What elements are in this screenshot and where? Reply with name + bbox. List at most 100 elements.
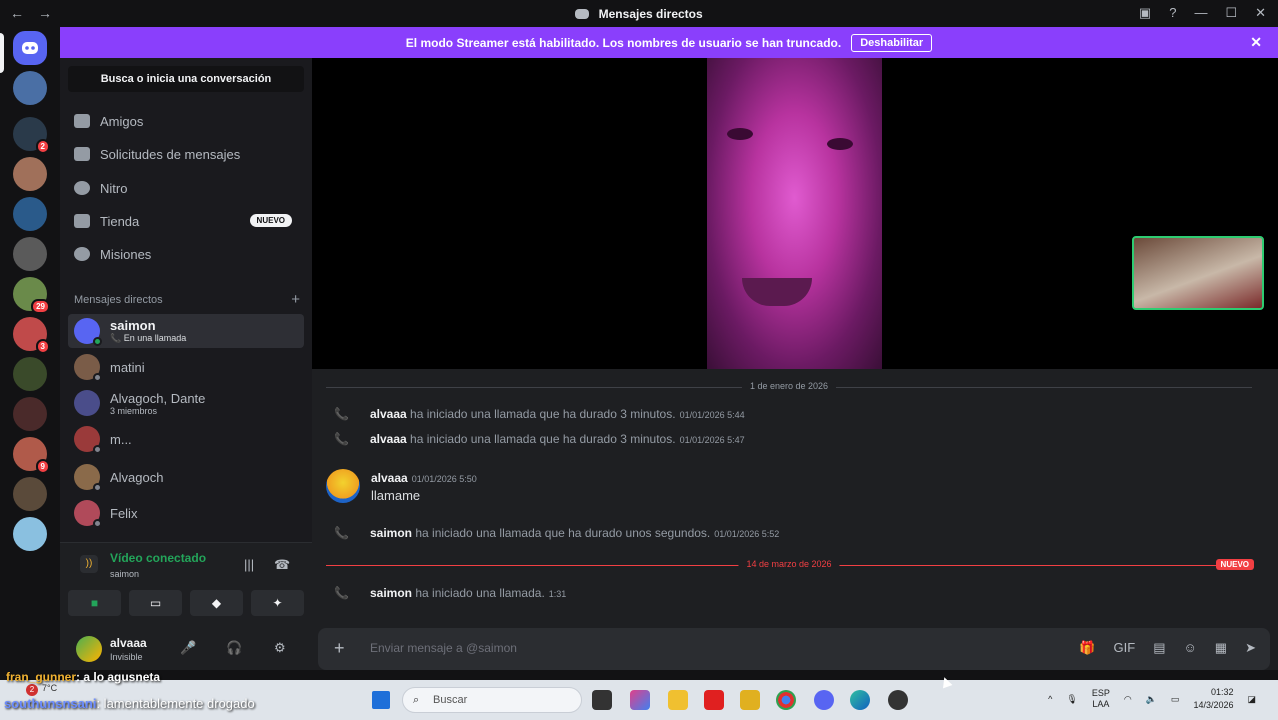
discord-taskbar-icon[interactable]: [814, 690, 834, 710]
gift-icon[interactable]: 🎁: [1079, 640, 1095, 656]
minimize-button[interactable]: —: [1194, 5, 1207, 21]
server-icon[interactable]: 2: [13, 117, 50, 154]
emoji-icon[interactable]: ☺: [1184, 640, 1197, 656]
close-window-button[interactable]: ✕: [1255, 5, 1266, 21]
message-input[interactable]: Enviar mensaje a @saimon: [370, 641, 517, 655]
copilot-icon[interactable]: [630, 690, 650, 710]
battery-icon[interactable]: ▭: [1171, 694, 1180, 705]
microphone-icon[interactable]: 🎤: [180, 640, 196, 656]
user-status: Invisible: [110, 652, 143, 662]
app-icon[interactable]: [888, 690, 908, 710]
user-panel: alvaaa Invisible 🎤 🎧 ⚙: [60, 628, 312, 670]
event-user[interactable]: alvaaa: [370, 432, 407, 446]
create-dm-button[interactable]: +: [291, 291, 300, 308]
apps-icon[interactable]: ▦: [1215, 640, 1227, 656]
server-icon[interactable]: [13, 357, 47, 391]
store-app-icon[interactable]: [704, 690, 724, 710]
avatar[interactable]: [326, 469, 360, 503]
server-icon[interactable]: 9: [13, 437, 50, 474]
chevron-up-icon[interactable]: ^: [1048, 694, 1052, 704]
dm-item-felix[interactable]: Felix: [68, 496, 304, 530]
dm-subtitle: 📞 En una llamada: [110, 333, 187, 343]
inbox-icon[interactable]: ▣: [1139, 5, 1151, 21]
notification-icon[interactable]: ◪: [1247, 694, 1256, 705]
microphone-tray-icon[interactable]: 🎙: [1066, 694, 1077, 705]
disable-streamer-button[interactable]: Deshabilitar: [851, 33, 933, 52]
conversation-search-button[interactable]: Busca o inicia una conversación: [68, 66, 304, 92]
avatar[interactable]: [76, 636, 102, 662]
noise-suppression-icon[interactable]: |||: [244, 557, 254, 572]
file-explorer-icon[interactable]: [668, 690, 688, 710]
discord-home-icon: [22, 42, 38, 54]
dm-item-m[interactable]: m...: [68, 422, 304, 456]
soundboard-button[interactable]: ✦: [251, 590, 304, 616]
call-event: 📞 saimon ha iniciado una llamada. 1:31: [334, 586, 566, 600]
start-button[interactable]: [372, 691, 390, 709]
date-divider-label: 14 de marzo de 2026: [738, 559, 840, 569]
send-icon[interactable]: ➤: [1245, 640, 1256, 656]
menu-item-nitro[interactable]: Nitro: [68, 173, 304, 203]
voice-status[interactable]: Vídeo conectado: [110, 551, 206, 565]
server-icon[interactable]: [13, 477, 47, 511]
server-icon[interactable]: 29: [13, 277, 50, 314]
weather-temp[interactable]: 7°C: [42, 683, 57, 693]
banner-close-icon[interactable]: ✕: [1250, 34, 1262, 51]
username[interactable]: alvaaa: [110, 636, 147, 650]
dm-item-saimon[interactable]: saimon 📞 En una llamada: [68, 314, 304, 348]
event-text: ha iniciado una llamada.: [415, 586, 545, 600]
server-icon[interactable]: [13, 197, 47, 231]
quests-icon: [74, 247, 90, 261]
disconnect-icon[interactable]: ☎: [274, 557, 290, 573]
menu-item-quests[interactable]: Misiones: [68, 239, 304, 269]
edge-icon[interactable]: [850, 690, 870, 710]
event-text: ha iniciado una llamada que ha durado un…: [415, 526, 711, 540]
clock[interactable]: 01:32 14/3/2026: [1193, 686, 1233, 712]
server-icon[interactable]: 3: [13, 317, 50, 354]
help-icon[interactable]: ?: [1169, 5, 1176, 21]
wifi-icon[interactable]: ◠: [1124, 694, 1132, 705]
dm-item-group[interactable]: Alvagoch, Dante 3 miembros: [68, 386, 304, 420]
activities-button[interactable]: ◆: [190, 590, 243, 616]
camera-button[interactable]: ■: [68, 590, 121, 616]
menu-item-shop[interactable]: Tienda NUEVO: [68, 206, 304, 236]
task-view-icon[interactable]: [592, 690, 612, 710]
menu-item-friends[interactable]: Amigos: [68, 106, 304, 136]
event-user[interactable]: alvaaa: [370, 407, 407, 421]
server-icon[interactable]: [13, 71, 47, 105]
server-icon[interactable]: [13, 397, 47, 431]
server-icon[interactable]: [13, 237, 47, 271]
settings-gear-icon[interactable]: ⚙: [274, 640, 286, 656]
status-dot: [93, 483, 102, 492]
system-tray: ^ 🎙 ESP LAA ◠ 🔈 ▭ 01:32 14/3/2026 ◪: [1048, 686, 1256, 712]
server-icon[interactable]: [13, 157, 47, 191]
chrome-icon[interactable]: [776, 690, 796, 710]
language-indicator[interactable]: ESP LAA: [1092, 688, 1110, 710]
call-event: 📞 alvaaa ha iniciado una llamada que ha d…: [334, 432, 745, 446]
connection-signal-icon[interactable]: )): [80, 555, 98, 573]
attach-plus-button[interactable]: +: [334, 638, 345, 659]
event-user[interactable]: saimon: [370, 526, 412, 540]
dm-item-alvagoch[interactable]: Alvagoch: [68, 460, 304, 494]
maximize-button[interactable]: ☐: [1225, 5, 1237, 21]
new-badge: NUEVO: [249, 214, 292, 227]
server-icon[interactable]: [13, 517, 47, 551]
taskbar-search[interactable]: ⌕ Buscar: [402, 687, 582, 713]
home-button[interactable]: [13, 31, 47, 65]
search-icon: ⌕: [413, 694, 420, 706]
menu-item-message-requests[interactable]: Solicitudes de mensajes: [68, 139, 304, 169]
status-dot: [93, 445, 102, 454]
dm-item-matini[interactable]: matini: [68, 350, 304, 384]
volume-icon[interactable]: 🔈: [1146, 694, 1157, 705]
headset-icon[interactable]: 🎧: [226, 640, 242, 656]
video-call-area: [312, 58, 1278, 369]
message-author[interactable]: alvaaa: [371, 471, 408, 485]
new-messages-divider: 14 de marzo de 2026 NUEVO: [326, 559, 1254, 570]
voice-actions: ■ ▭ ◆ ✦: [68, 590, 304, 616]
gif-button[interactable]: GIF: [1114, 640, 1136, 656]
self-video-preview[interactable]: [1132, 236, 1264, 310]
screen-share-button[interactable]: ▭: [129, 590, 182, 616]
app-icon[interactable]: [740, 690, 760, 710]
sticker-icon[interactable]: ▤: [1153, 640, 1165, 656]
remote-video-feed[interactable]: [707, 58, 882, 369]
event-user[interactable]: saimon: [370, 586, 412, 600]
